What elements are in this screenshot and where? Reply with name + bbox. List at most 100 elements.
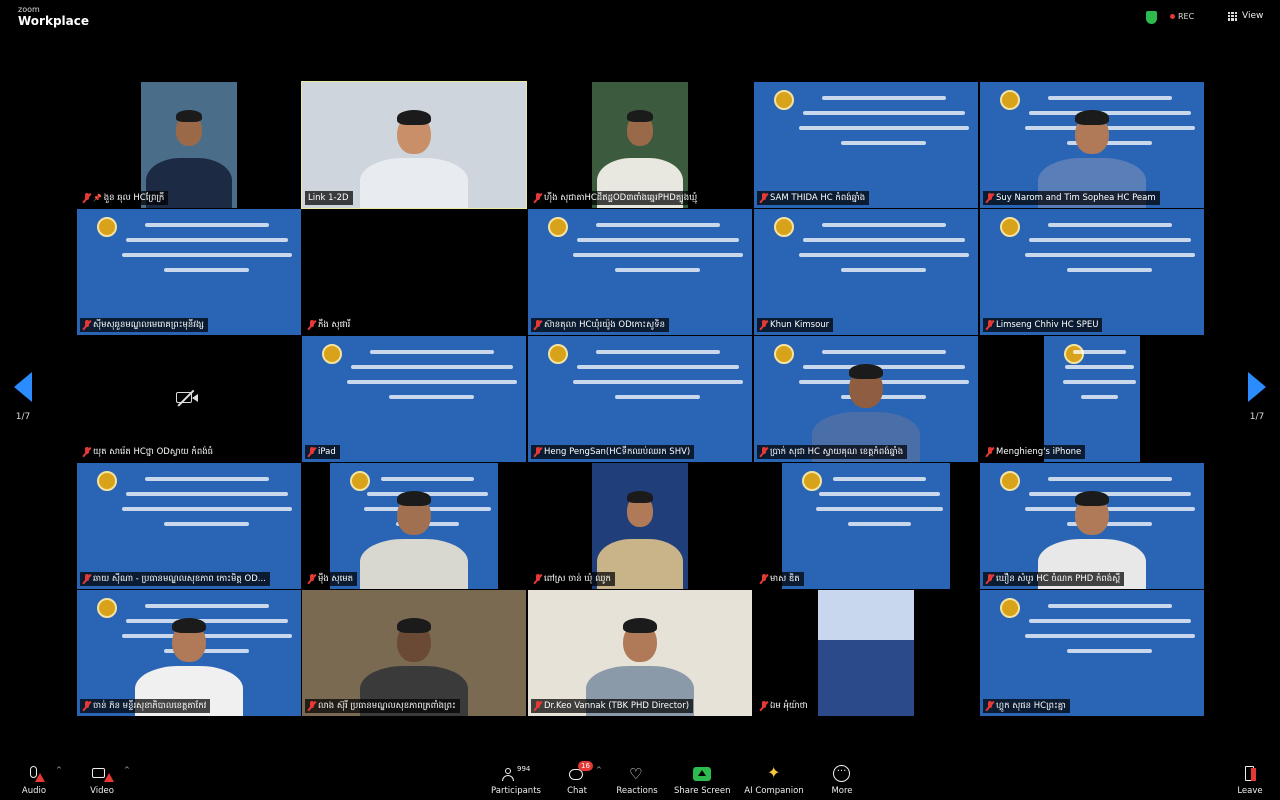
slide-title-line (803, 111, 965, 115)
next-page-button[interactable]: 1/7 (1242, 372, 1272, 422)
participant-tile[interactable]: ពៅស្រ ចាន់ ឃុំ ឈូក (528, 463, 752, 589)
participant-tile[interactable]: Limseng Chhiv HC SPEU (980, 209, 1204, 335)
microphone-muted-icon (986, 701, 994, 711)
more-dots-icon: ··· (832, 764, 852, 784)
participant-tile[interactable]: លាង ស៊ុរី ប្រធានមណ្ឌលសុខភាពត្រពាំងព្រះ (302, 590, 526, 716)
slide-title-line (847, 522, 912, 526)
participant-tile[interactable]: ឃឿន សំបូរ HC ចំណក PHD កំពង់ស្ពឺ (980, 463, 1204, 589)
chat-icon: 16 (566, 761, 593, 784)
microphone-muted-icon (760, 320, 768, 330)
participant-tile[interactable]: SAM THIDA HC កំពង់ឆ្នាំង (754, 82, 978, 208)
microphone-muted-icon (534, 701, 542, 711)
leave-door-icon (1240, 764, 1260, 784)
participant-tile[interactable]: ម៉ឺង សុមេត (302, 463, 526, 589)
participant-tile[interactable]: ចាន់ ភ៊ន មន្ទីរសុខាភិបាលខេត្តតាកែវ (77, 590, 301, 716)
ministry-logo-icon (97, 471, 117, 491)
participant-name: Menghieng's iPhone (996, 447, 1082, 457)
participant-name-label: លាង ស៊ុរី ប្រធានមណ្ឌលសុខភាពត្រពាំងព្រះ (305, 699, 460, 713)
participant-video (302, 82, 526, 208)
microphone-muted-icon (760, 574, 768, 584)
video-button[interactable]: Video (86, 764, 118, 796)
participant-name: ម៉ឺង សុមេត (318, 574, 354, 584)
slide-title-line (389, 395, 475, 399)
participant-video-figure (141, 82, 237, 208)
chat-button[interactable]: 16 Chat (564, 761, 593, 796)
audio-options-caret-icon[interactable]: ^ (56, 766, 62, 774)
pin-icon: 📌 (93, 194, 102, 202)
participant-name-label: Limseng Chhiv HC SPEU (983, 318, 1103, 332)
participant-tile[interactable]: ប្រាក់ សុជា HC ស្វាយគុណ ខេត្តកំពង់ឆ្នាំង (754, 336, 978, 462)
participant-tile[interactable]: ឯម អុំយ៉ាថា (754, 590, 978, 716)
audio-button[interactable]: Audio (18, 764, 50, 796)
microphone-muted-icon (83, 574, 91, 584)
participant-tile[interactable]: Dr.Keo Vannak (TBK PHD Director) (528, 590, 752, 716)
participant-tile[interactable]: Heng PengSan(HCទឹកឈប់ឈរក SHV) (528, 336, 752, 462)
participant-tile[interactable]: មាស ឌិត (754, 463, 978, 589)
presentation-slide (77, 463, 301, 589)
participant-video (818, 590, 914, 716)
participant-video-figure (77, 590, 301, 716)
view-button[interactable]: View (1228, 11, 1263, 21)
participant-tile[interactable]: Link 1-2D (301, 81, 527, 209)
presentation-slide (980, 590, 1204, 716)
share-screen-button[interactable]: Share Screen (674, 764, 730, 796)
participant-name: ឆាយ ស៊ីណា - ប្រធានមណ្ឌលសុខភាព កោះមិត្ត O… (93, 574, 266, 584)
participant-tile[interactable]: Menghieng's iPhone (980, 336, 1204, 462)
participant-tile[interactable]: យុត សារ៉េត HCថ្នា ODស្វាយ កំពង់ធំ (77, 336, 301, 462)
participant-name: យុត សារ៉េត HCថ្នា ODស្វាយ កំពង់ធំ (93, 447, 214, 457)
ministry-logo-icon (774, 90, 794, 110)
reactions-button[interactable]: ♡ Reactions (616, 764, 658, 797)
participant-tile[interactable]: Suy Narom and Tim Sophea HC Peam (980, 82, 1204, 208)
microphone-muted-icon (308, 701, 316, 711)
participant-tile[interactable]: ហ្គូក សុផន HCព្រះគ្នា (980, 590, 1204, 716)
presentation-slide (754, 209, 978, 335)
participant-video (592, 463, 688, 589)
participant-name-label: ហ៊ីង សុជាតាHCដីឥដ្ឋOD៣ពាំងឆ្នេរPHDត្បូងឃ… (531, 191, 702, 205)
participant-tile[interactable]: ស៊ីមសុឆួនមណ្ឌលមេរោគព្រះមុនីវង្ស (77, 209, 301, 335)
slide-title-line (346, 380, 518, 384)
slide-title-line (145, 223, 269, 227)
participant-name: ឃឿន សំបូរ HC ចំណក PHD កំពង់ស្ពឺ (996, 574, 1121, 584)
video-options-caret-icon[interactable]: ^ (124, 766, 130, 774)
participant-video-figure (754, 336, 978, 462)
participant-name: Khun Kimsour (770, 320, 830, 330)
chat-options-caret-icon[interactable]: ^ (596, 766, 602, 774)
microphone-muted-icon (534, 320, 542, 330)
participant-tile[interactable]: ស៊ានតុលា HCឃុំរយ៉ូង ODកោះសូទិន (528, 209, 752, 335)
microphone-muted-icon (760, 447, 768, 457)
participants-label: Participants (491, 786, 541, 796)
slide-title-line (1063, 380, 1137, 384)
participant-tile[interactable]: iPad (302, 336, 526, 462)
participant-tile[interactable]: 📌 ងួន ឆុល HCព្រែក្រី (77, 82, 301, 208)
microphone-muted-icon (986, 193, 994, 203)
presentation-slide (302, 336, 526, 462)
slide-title-line (121, 253, 293, 257)
participant-video (141, 82, 237, 208)
chat-unread-badge: 16 (578, 761, 593, 771)
participant-tile[interactable]: ភឹង សុផារី (302, 209, 526, 335)
participant-tile[interactable]: Khun Kimsour (754, 209, 978, 335)
participant-name: ស៊ីមសុឆួនមណ្ឌលមេរោគព្រះមុនីវង្ស (93, 320, 204, 330)
more-button[interactable]: ··· More (828, 764, 856, 796)
previous-page-button[interactable]: 1/7 (8, 372, 38, 422)
microphone-muted-icon (534, 193, 542, 203)
participants-button[interactable]: 994 Participants (490, 764, 542, 796)
microphone-muted-icon (83, 320, 91, 330)
slide-title-line (572, 253, 744, 257)
participant-video-figure (592, 463, 688, 589)
participant-name-label: ប្រាក់ សុជា HC ស្វាយគុណ ខេត្តកំពង់ឆ្នាំង (757, 445, 908, 459)
participant-name-label: SAM THIDA HC កំពង់ឆ្នាំង (757, 191, 870, 205)
participant-name-label: Link 1-2D (305, 191, 353, 205)
ministry-logo-icon (802, 471, 822, 491)
participant-tile[interactable]: ហ៊ីង សុជាតាHCដីឥដ្ឋOD៣ពាំងឆ្នេរPHDត្បូងឃ… (528, 82, 752, 208)
slide-title-line (577, 238, 739, 242)
participant-tile[interactable]: ឆាយ ស៊ីណា - ប្រធានមណ្ឌលសុខភាព កោះមិត្ត O… (77, 463, 301, 589)
ministry-logo-icon (1000, 598, 1020, 618)
security-shield-icon[interactable] (1146, 11, 1157, 24)
leave-button[interactable]: Leave (1236, 764, 1264, 796)
participant-name: ភឹង សុផារី (318, 320, 351, 330)
ai-companion-button[interactable]: ✦ AI Companion (744, 764, 804, 797)
participant-name-label: ឆាយ ស៊ីណា - ប្រធានមណ្ឌលសុខភាព កោះមិត្ត O… (80, 572, 270, 586)
recording-indicator[interactable]: REC (1170, 12, 1194, 21)
more-label: More (831, 786, 853, 796)
